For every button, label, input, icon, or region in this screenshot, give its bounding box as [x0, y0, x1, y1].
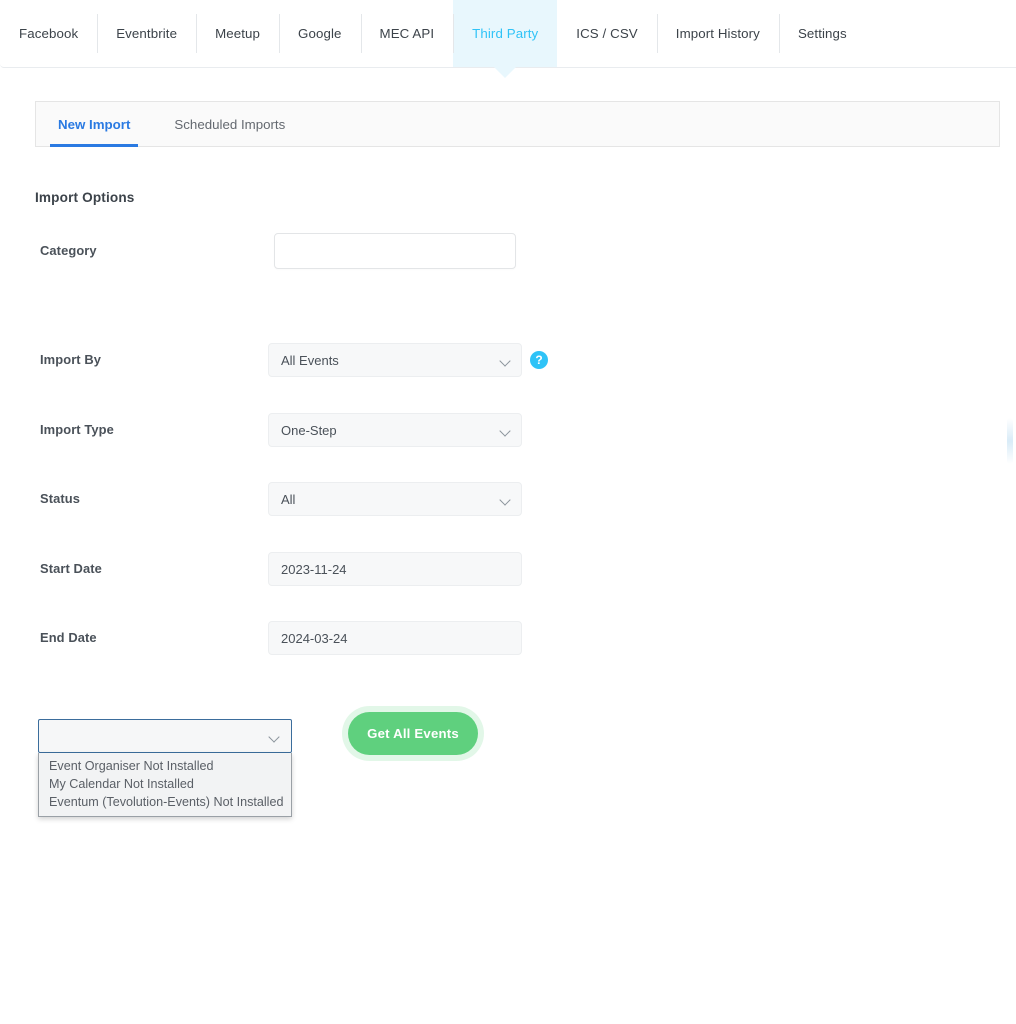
- nav-tab-label: MEC API: [379, 26, 435, 41]
- status-select[interactable]: All: [268, 482, 522, 516]
- label-start-date: Start Date: [40, 561, 102, 576]
- question-circle-icon[interactable]: ?: [530, 351, 548, 369]
- label-category: Category: [40, 243, 97, 258]
- sub-tab-bar: New Import Scheduled Imports: [35, 101, 1000, 147]
- nav-tab-label: Google: [298, 26, 342, 41]
- nav-tab-mec-api[interactable]: MEC API: [360, 0, 454, 67]
- nav-tab-facebook[interactable]: Facebook: [0, 0, 97, 67]
- label-status: Status: [40, 491, 80, 506]
- nav-tab-label: Facebook: [19, 26, 79, 41]
- nav-tab-label: ICS / CSV: [576, 26, 638, 41]
- nav-tab-import-history[interactable]: Import History: [656, 0, 779, 67]
- nav-tab-eventbrite[interactable]: Eventbrite: [97, 0, 196, 67]
- nav-tab-google[interactable]: Google: [279, 0, 360, 67]
- chevron-down-icon: [501, 496, 510, 505]
- nav-tab-settings[interactable]: Settings: [778, 0, 866, 67]
- plugin-option-eventum[interactable]: Eventum (Tevolution-Events) Not Installe…: [39, 793, 291, 811]
- nav-tab-label: Third Party: [472, 26, 539, 41]
- chevron-down-icon: [270, 733, 279, 742]
- plugin-option-my-calendar[interactable]: My Calendar Not Installed: [39, 775, 291, 793]
- import-page: Facebook Eventbrite Meetup Google MEC AP…: [0, 0, 1016, 1024]
- tab-scheduled-imports[interactable]: Scheduled Imports: [152, 102, 307, 146]
- section-title-import-options: Import Options: [35, 190, 135, 205]
- nav-tab-meetup[interactable]: Meetup: [196, 0, 279, 67]
- chevron-down-icon: [501, 427, 510, 436]
- plugin-select-group: Event Organiser Not Installed My Calenda…: [38, 719, 292, 817]
- end-date-input[interactable]: 2024-03-24: [268, 621, 522, 655]
- form-row-start-date: Start Date 2023-11-24: [0, 552, 1016, 586]
- top-navigation-bar: Facebook Eventbrite Meetup Google MEC AP…: [0, 0, 1016, 78]
- form-row-status: Status All: [0, 482, 1016, 516]
- tab-label: New Import: [58, 116, 131, 132]
- label-end-date: End Date: [40, 630, 97, 645]
- form-row-import-type: Import Type One-Step: [0, 413, 1016, 447]
- import-type-value: One-Step: [281, 422, 337, 438]
- label-import-type: Import Type: [40, 422, 114, 437]
- nav-tab-label: Settings: [797, 26, 847, 41]
- form-row-end-date: End Date 2024-03-24: [0, 621, 1016, 655]
- tab-new-import[interactable]: New Import: [36, 102, 152, 147]
- import-by-select[interactable]: All Events: [268, 343, 522, 377]
- nav-tab-ics-csv[interactable]: ICS / CSV: [557, 0, 657, 67]
- label-import-by: Import By: [40, 352, 102, 367]
- nav-tab-label: Eventbrite: [116, 26, 178, 41]
- plugin-select[interactable]: [38, 719, 292, 753]
- form-row-import-by: Import By All Events ?: [0, 343, 1016, 377]
- nav-tab-third-party[interactable]: Third Party: [453, 0, 558, 78]
- plugin-select-dropdown-list: Event Organiser Not Installed My Calenda…: [38, 753, 292, 817]
- category-input[interactable]: [274, 233, 516, 269]
- nav-tab-label: Import History: [675, 26, 760, 41]
- import-type-select[interactable]: One-Step: [268, 413, 522, 447]
- top-navigation-list: Facebook Eventbrite Meetup Google MEC AP…: [0, 0, 866, 78]
- form-row-category: Category: [0, 233, 1016, 269]
- plugin-option-event-organiser[interactable]: Event Organiser Not Installed: [39, 757, 291, 775]
- page-scrollbar-thumb[interactable]: [1007, 418, 1013, 464]
- nav-tab-label: Meetup: [215, 26, 261, 41]
- tab-label: Scheduled Imports: [174, 116, 286, 132]
- status-value: All: [281, 491, 296, 507]
- get-all-events-button[interactable]: Get All Events: [348, 712, 478, 755]
- start-date-input[interactable]: 2023-11-24: [268, 552, 522, 586]
- chevron-down-icon: [501, 357, 510, 366]
- import-by-value: All Events: [281, 352, 339, 368]
